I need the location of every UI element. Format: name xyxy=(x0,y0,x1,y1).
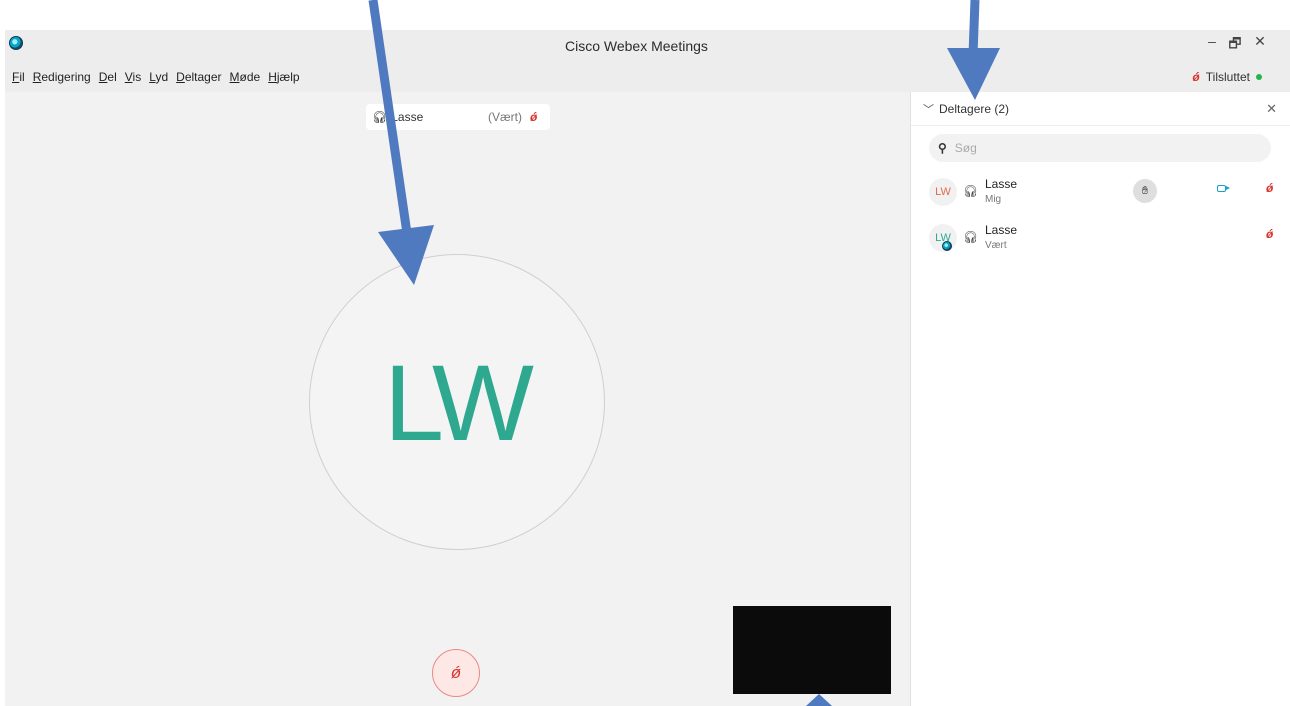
annotation-arrows xyxy=(368,0,1000,706)
annotation-arrow-head xyxy=(806,694,832,706)
annotation-arrow-head xyxy=(947,48,1000,100)
annotation-arrow-head xyxy=(378,225,434,285)
annotation-arrow-shaft xyxy=(368,0,413,241)
annotation-arrow-shaft xyxy=(968,0,980,56)
